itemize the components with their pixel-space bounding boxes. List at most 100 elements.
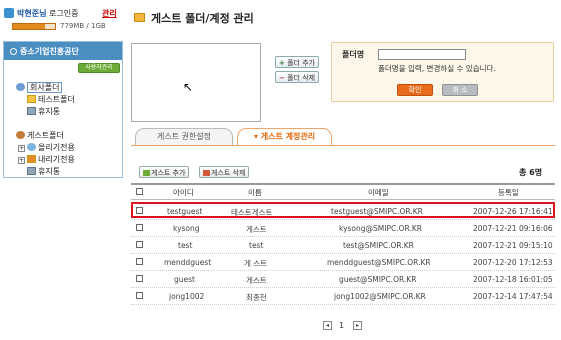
- delete-folder-label: 폴더 삭제: [287, 74, 316, 82]
- tree-node-guest-trash[interactable]: 휴지통: [27, 166, 60, 177]
- minus-icon: −: [279, 74, 285, 82]
- cell-email: guest@SMIPC.OR.KR: [339, 275, 417, 284]
- cancel-button[interactable]: 취 소: [442, 84, 478, 96]
- folder-name-label: 폴더명: [342, 50, 365, 59]
- col-header-email: 이메일: [368, 188, 389, 197]
- org-name: 중소기업진흥공단: [20, 47, 79, 56]
- folder-icon: [134, 13, 145, 22]
- current-page[interactable]: 1: [339, 321, 344, 330]
- tree-node-guest-folder[interactable]: 게스트폴더: [16, 130, 64, 141]
- cell-email: kysong@SMIPC.OR.KR: [339, 224, 422, 233]
- col-header-id: 아이디: [173, 188, 194, 197]
- delete-folder-button[interactable]: − 폴더 삭제: [275, 71, 320, 83]
- cell-date: 2007-12-21 09:15:10: [473, 241, 553, 250]
- user-icon: [4, 8, 14, 18]
- cell-name: 최종천: [246, 293, 267, 302]
- row-checkbox[interactable]: [136, 275, 143, 282]
- tree-header: 중소기업진흥공단: [4, 42, 122, 60]
- tree-node-label: 게스트폴더: [27, 131, 64, 140]
- folder-icon: [27, 95, 36, 103]
- trash-icon: [27, 107, 36, 115]
- table-row[interactable]: kysong 게스트 kysong@SMIPC.OR.KR 2007-12-21…: [131, 220, 555, 237]
- cell-date: 2007-12-14 17:47:54: [473, 292, 553, 301]
- user-admin-button[interactable]: 사용자관리: [78, 63, 120, 73]
- total-count: 총 6명: [519, 167, 542, 178]
- logout-link[interactable]: 관리: [102, 8, 117, 19]
- tree-node-label: 내리기전용: [38, 155, 75, 164]
- tree-node-label: 회사폴더: [27, 82, 63, 93]
- table-row[interactable]: guest 게스트 guest@SMIPC.OR.KR 2007-12-18 1…: [131, 271, 555, 288]
- cell-email: test@SMIPC.OR.KR: [343, 241, 414, 250]
- user-name: 박현준님: [17, 9, 47, 18]
- download-folder-icon: [27, 155, 36, 163]
- prev-page-icon[interactable]: ◂: [323, 321, 332, 330]
- confirm-button[interactable]: 확인: [397, 84, 433, 96]
- user-info-bar: 박현준님 로그인중 관리 779MB / 1GB: [4, 6, 122, 36]
- select-all-checkbox[interactable]: [136, 188, 143, 195]
- add-guest-label: 게스트 추가: [151, 169, 186, 177]
- pagination: ◂ 1 ▸: [323, 321, 363, 333]
- login-status: 박현준님 로그인중: [17, 8, 78, 19]
- delete-guest-button[interactable]: 게스트 삭제: [199, 166, 250, 178]
- tree-node-label: 휴지통: [38, 107, 61, 116]
- storage-usage-text: 779MB / 1GB: [60, 22, 106, 30]
- cell-date: 2007-12-20 17:12:53: [473, 258, 553, 267]
- tree-node-label: 테스트폴더: [38, 95, 75, 104]
- folder-tree-panel: 중소기업진흥공단 사용자관리 회사폴더 테스트폴더 휴지통 게스트폴더 + 올리기…: [3, 41, 123, 178]
- cell-date: 2007-12-21 09:16:06: [473, 224, 553, 233]
- total-count-text: 총 6명: [519, 168, 543, 177]
- expand-icon[interactable]: +: [18, 145, 25, 152]
- cell-email: menddguest@SMIPC.OR.KR: [327, 258, 431, 267]
- tab-dot-icon: ▾: [253, 132, 261, 141]
- tab-guest-accounts[interactable]: ▾ 게스트 계정관리: [237, 128, 332, 146]
- row-checkbox[interactable]: [136, 292, 143, 299]
- cell-id: test: [178, 241, 193, 250]
- cancel-label: 취 소: [452, 86, 468, 94]
- table-row[interactable]: jong1002 최종천 jong1002@SMIPC.OR.KR 2007-1…: [131, 288, 555, 305]
- row-checkbox[interactable]: [136, 258, 143, 265]
- tree-node-trash[interactable]: 휴지통: [27, 106, 60, 117]
- delete-user-icon: [203, 170, 210, 176]
- next-page-icon[interactable]: ▸: [353, 321, 362, 330]
- page-title: 게스트 폴더/계정 관리: [151, 12, 254, 25]
- mouse-cursor-icon: ↖: [183, 80, 194, 94]
- col-header-date: 등록일: [498, 188, 519, 197]
- cell-id: guest: [174, 275, 195, 284]
- add-folder-button[interactable]: + 폴더 추가: [275, 56, 320, 68]
- cell-name: 게 스트: [244, 259, 268, 268]
- cell-name: test: [249, 241, 264, 250]
- cell-email: jong1002@SMIPC.OR.KR: [334, 292, 426, 301]
- cell-id: jong1002: [169, 292, 205, 301]
- folder-preview-area[interactable]: [131, 43, 261, 122]
- tree-node-download-only[interactable]: + 내리기전용: [18, 154, 75, 165]
- folder-name-help: 폴더명을 입력, 변경하실 수 있습니다.: [378, 64, 496, 73]
- plus-icon: +: [279, 59, 285, 67]
- row-checkbox[interactable]: [136, 224, 143, 231]
- tree-node-company-folder[interactable]: 회사폴더: [16, 82, 63, 93]
- trash-icon: [27, 167, 36, 175]
- guest-folder-icon: [16, 131, 25, 139]
- tree-node-test-folder[interactable]: 테스트폴더: [27, 94, 75, 105]
- expand-icon[interactable]: +: [18, 157, 25, 164]
- folder-name-input[interactable]: [378, 49, 466, 60]
- tab-underline: [131, 145, 555, 146]
- cell-date: 2007-12-18 16:01:05: [473, 275, 553, 284]
- add-guest-button[interactable]: 게스트 추가: [139, 166, 190, 178]
- login-status-label: 로그인중: [49, 9, 79, 18]
- confirm-label: 확인: [408, 86, 422, 94]
- table-header: 아이디 이름 이메일 등록일: [131, 183, 555, 200]
- row-checkbox[interactable]: [136, 241, 143, 248]
- cell-name: 게스트: [246, 225, 267, 234]
- table-row[interactable]: test test test@SMIPC.OR.KR 2007-12-21 09…: [131, 237, 555, 254]
- tree-node-upload-only[interactable]: + 올리기전용: [18, 142, 75, 153]
- tab-guest-permissions[interactable]: 게스트 권한설정: [135, 128, 233, 146]
- tree-node-label: 올리기전용: [38, 143, 75, 152]
- tree-node-label: 휴지통: [38, 167, 61, 176]
- table-row[interactable]: menddguest 게 스트 menddguest@SMIPC.OR.KR 2…: [131, 254, 555, 271]
- org-icon: [10, 48, 17, 55]
- cell-id: menddguest: [164, 258, 212, 267]
- cell-name: 게스트: [246, 276, 267, 285]
- add-user-icon: [143, 170, 150, 176]
- add-folder-label: 폴더 추가: [287, 59, 316, 67]
- col-header-name: 이름: [248, 188, 262, 197]
